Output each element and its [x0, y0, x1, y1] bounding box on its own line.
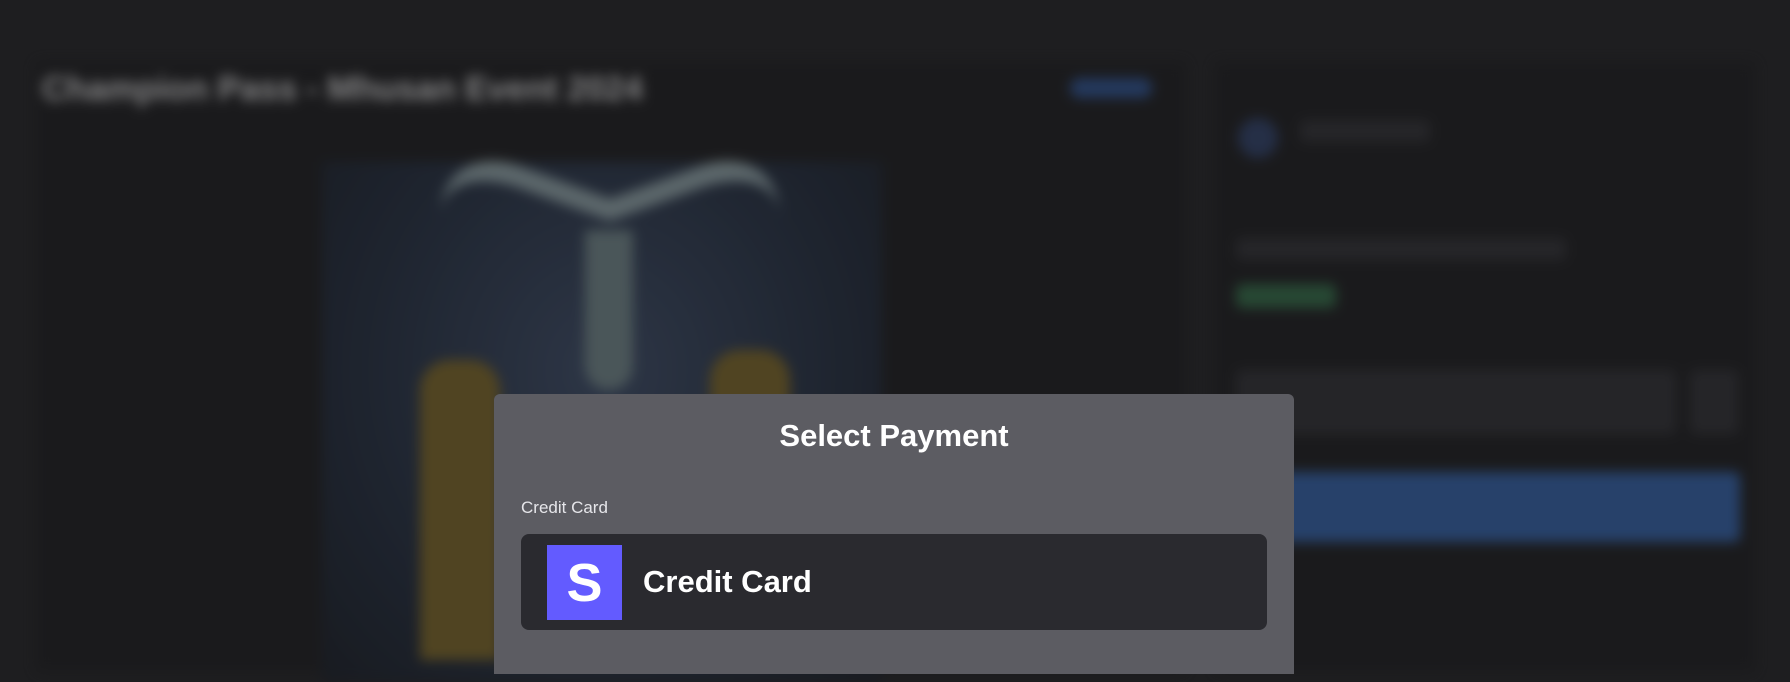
artwork-emblem	[585, 230, 633, 390]
price-row	[1236, 238, 1566, 260]
buy-button	[1236, 472, 1740, 542]
select-payment-modal: Select Payment Credit Card S Credit Card	[494, 394, 1294, 674]
section-label-credit-card: Credit Card	[521, 498, 608, 517]
availability-badge	[1236, 284, 1336, 308]
modal-title: Select Payment	[779, 418, 1009, 453]
product-title: Champion Pass - Mhusan Event 2024	[42, 70, 643, 108]
quantity-stepper	[1690, 370, 1738, 434]
artwork-figure-left	[420, 360, 500, 660]
payment-option-label: Credit Card	[643, 564, 812, 599]
payment-option-credit-card[interactable]: S Credit Card	[521, 534, 1267, 630]
purchase-panel	[1215, 62, 1755, 672]
stripe-s-icon: S	[547, 545, 622, 620]
stripe-logo-glyph: S	[566, 552, 603, 613]
seller-avatar	[1238, 118, 1278, 158]
quantity-field	[1236, 370, 1676, 434]
seller-name	[1300, 120, 1430, 142]
status-badge	[1070, 78, 1152, 98]
